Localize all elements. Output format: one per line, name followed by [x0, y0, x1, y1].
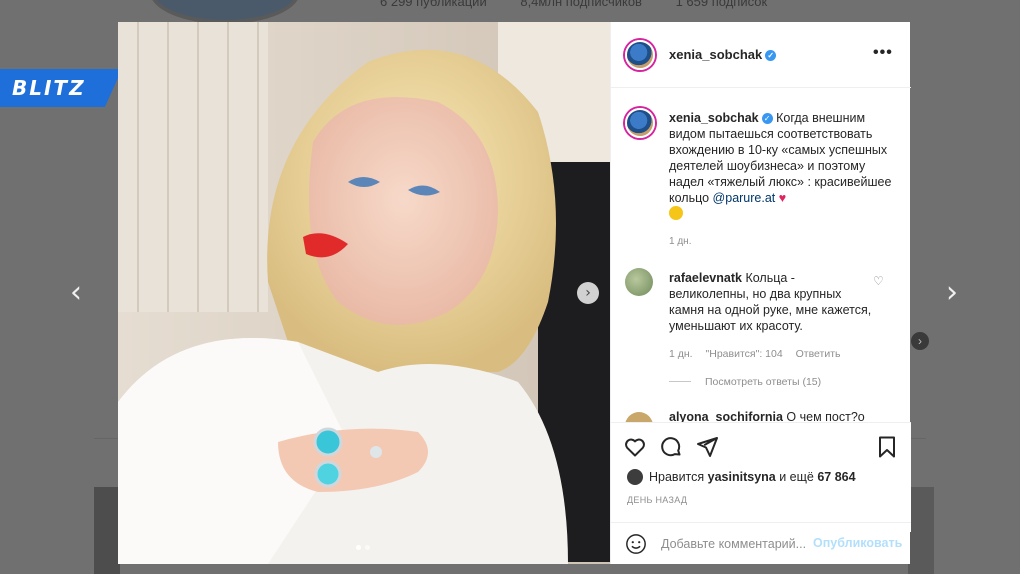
comment-text: alyona_sochifornia О чем пост?о [669, 410, 865, 422]
paper-plane-icon[interactable] [695, 435, 719, 459]
author-avatar[interactable] [625, 40, 655, 70]
comment-item: alyona_sochifornia О чем пост?о [611, 408, 911, 422]
view-replies-label[interactable]: Посмотреть ответы (15) [705, 376, 821, 388]
carousel-dot [365, 545, 370, 550]
post-photo: › [118, 22, 610, 564]
bookmark-icon[interactable] [875, 435, 899, 459]
followers-count: 8,4млн подписчиков [520, 0, 642, 9]
liker-username[interactable]: yasinitsyna [708, 470, 776, 484]
commenter-username[interactable]: alyona_sochifornia [669, 410, 783, 422]
laughing-emoji-icon [669, 206, 683, 220]
verified-badge-icon: ✓ [761, 113, 773, 124]
caption-username[interactable]: xenia_sobchak [669, 111, 759, 125]
comment-likes[interactable]: "Нравится": 104 [706, 348, 783, 360]
blitz-logo: BLITZ [0, 69, 122, 107]
grid-thumbnail [94, 487, 120, 574]
following-count: 1 659 подписок [675, 0, 768, 9]
caption-timestamp[interactable]: 1 дн. [669, 236, 691, 247]
comment-input[interactable] [661, 533, 811, 555]
reply-link[interactable]: Ответить [796, 348, 841, 360]
chevron-left-icon[interactable]: ‹ [62, 275, 90, 311]
commenter-avatar[interactable] [625, 268, 653, 296]
grid-thumbnail [908, 487, 934, 574]
author-username-text[interactable]: xenia_sobchak [669, 47, 762, 62]
post-photo-image [118, 22, 610, 564]
post-modal: › xenia_sobchak ✓ ••• xenia_sobchak ✓ Когд… [118, 22, 911, 564]
post-sidebar: xenia_sobchak ✓ ••• xenia_sobchak ✓ Когда … [610, 22, 911, 564]
likes-prefix: Нравится [649, 470, 708, 484]
post-date[interactable]: ДЕНЬ НАЗАД [627, 495, 687, 505]
comment-text: rafaelevnatk Кольца - великолепны, но дв… [669, 270, 873, 334]
caption-text: xenia_sobchak ✓ Когда внешним видом пытае… [669, 110, 895, 222]
carousel-next-icon: › [911, 332, 929, 350]
red-heart-emoji-icon: ♥ [778, 191, 787, 205]
post-actions: Нравится yasinitsyna и ещё 67 864 ДЕНЬ Н… [611, 422, 911, 532]
heart-icon[interactable] [623, 435, 647, 459]
likes-summary: Нравится yasinitsyna и ещё 67 864 [627, 469, 856, 485]
verified-badge-icon: ✓ [765, 50, 777, 61]
chevron-right-icon[interactable]: › [938, 275, 966, 311]
caption-avatar[interactable] [625, 108, 655, 138]
background-edge: › [908, 305, 929, 350]
posts-count: 6 299 публикации [380, 0, 487, 9]
comment-like-heart-icon[interactable]: ♡ [873, 274, 884, 288]
comment-meta: 1 дн. "Нравится": 104 Ответить [669, 348, 850, 360]
more-options-icon[interactable]: ••• [873, 44, 893, 62]
comment-body: О чем пост?о [782, 410, 865, 422]
likes-count[interactable]: 67 864 [817, 470, 855, 484]
caption-mention-link[interactable]: @parure.at [713, 191, 776, 205]
commenter-avatar[interactable] [625, 412, 653, 422]
view-replies-link[interactable]: Посмотреть ответы (15) [669, 376, 821, 388]
photo-next-button[interactable]: › [577, 282, 599, 304]
comment-bubble-icon[interactable] [659, 435, 683, 459]
post-header: xenia_sobchak ✓ ••• [611, 22, 911, 88]
profile-stats: 6 299 публикации 8,4млн подписчиков 1 65… [380, 0, 797, 9]
author-username[interactable]: xenia_sobchak ✓ [669, 47, 777, 62]
likes-middle: и ещё [775, 470, 818, 484]
carousel-dot-active [356, 545, 361, 550]
liker-avatar[interactable] [627, 469, 643, 485]
smiley-icon[interactable] [625, 533, 647, 555]
commenter-username[interactable]: rafaelevnatk [669, 271, 742, 285]
comment-timestamp[interactable]: 1 дн. [669, 348, 693, 360]
replies-line [669, 381, 691, 382]
carousel-indicator [356, 545, 370, 550]
blitz-logo-text: BLITZ [12, 76, 86, 100]
publish-button[interactable]: Опубликовать [813, 536, 902, 550]
add-comment-bar: Опубликовать [611, 522, 911, 564]
